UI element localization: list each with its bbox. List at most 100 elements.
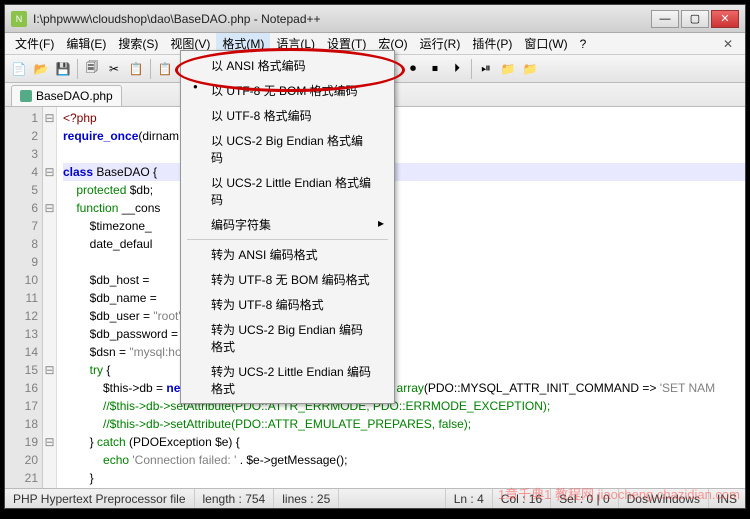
toolbar-button-0[interactable]: 📄: [9, 59, 29, 79]
fold-marker: [43, 127, 56, 145]
fold-marker[interactable]: ⊟: [43, 109, 56, 127]
window-title: I:\phpwww\cloudshop\dao\BaseDAO.php - No…: [33, 12, 651, 26]
menu-2[interactable]: 搜索(S): [112, 33, 164, 54]
toolbar-button-4[interactable]: ✂: [104, 59, 124, 79]
encoding-menu-item[interactable]: 以 ANSI 格式编码: [183, 53, 392, 78]
code-line[interactable]: protected $db;: [63, 181, 745, 199]
toolbar-button-2[interactable]: 💾: [53, 59, 73, 79]
code-line[interactable]: function __cons: [63, 199, 745, 217]
format-menu-dropdown: 以 ANSI 格式编码以 UTF-8 无 BOM 格式编码以 UTF-8 格式编…: [180, 50, 395, 404]
code-line[interactable]: [63, 253, 745, 271]
code-line[interactable]: class BaseDAO {: [63, 163, 745, 181]
fold-marker: [43, 253, 56, 271]
toolbar-separator: [471, 59, 472, 79]
toolbar-separator: [77, 59, 78, 79]
toolbar-button-1[interactable]: 📂: [31, 59, 51, 79]
toolbar-button-17[interactable]: ⏹: [425, 59, 445, 79]
fold-marker: [43, 289, 56, 307]
convert-encoding-menu-item[interactable]: 转为 UCS-2 Little Endian 编码格式: [183, 359, 392, 401]
fold-marker: [43, 325, 56, 343]
tab-label: BaseDAO.php: [36, 89, 113, 103]
status-sel: Sel : 0 | 0: [551, 489, 618, 508]
convert-encoding-menu-item[interactable]: 转为 UTF-8 编码格式: [183, 292, 392, 317]
file-icon: [20, 90, 32, 102]
fold-marker: [43, 397, 56, 415]
encoding-menu-item[interactable]: 以 UTF-8 格式编码: [183, 103, 392, 128]
code-line[interactable]: $db_user = "root";: [63, 307, 745, 325]
code-line[interactable]: try {: [63, 361, 745, 379]
fold-marker[interactable]: ⊟: [43, 433, 56, 451]
close-button[interactable]: ✕: [711, 10, 739, 28]
convert-encoding-menu-item[interactable]: 转为 UCS-2 Big Endian 编码格式: [183, 317, 392, 359]
menubar-close-icon[interactable]: ✕: [715, 37, 741, 51]
code-line[interactable]: $db_name =: [63, 289, 745, 307]
toolbar-button-5[interactable]: 📋: [126, 59, 146, 79]
status-length: length : 754: [195, 489, 275, 508]
menu-10[interactable]: 窗口(W): [518, 33, 573, 54]
code-line[interactable]: <?php: [63, 109, 745, 127]
toolbar-separator: [150, 59, 151, 79]
code-line[interactable]: $this->db = new PDO($dsn, $db_user, $db_…: [63, 379, 745, 397]
fold-marker: [43, 343, 56, 361]
code-line[interactable]: }: [63, 487, 745, 488]
menu-11[interactable]: ?: [574, 35, 593, 53]
status-language: PHP Hypertext Preprocessor file: [5, 489, 195, 508]
convert-encoding-menu-item[interactable]: 转为 UTF-8 无 BOM 编码格式: [183, 267, 392, 292]
fold-marker: [43, 487, 56, 488]
menu-0[interactable]: 文件(F): [9, 33, 60, 54]
code-line[interactable]: }: [63, 469, 745, 487]
encoding-menu-item[interactable]: 以 UCS-2 Big Endian 格式编码: [183, 128, 392, 170]
fold-marker[interactable]: ⊟: [43, 163, 56, 181]
code-line[interactable]: //$this->db->setAttribute(PDO::ATTR_EMUL…: [63, 415, 745, 433]
encoding-menu-item[interactable]: 以 UTF-8 无 BOM 格式编码: [183, 78, 392, 103]
code-line[interactable]: $db_host =: [63, 271, 745, 289]
fold-marker: [43, 307, 56, 325]
code-line[interactable]: [63, 145, 745, 163]
convert-encoding-menu-item[interactable]: 转为 ANSI 编码格式: [183, 242, 392, 267]
status-col: Col : 16: [493, 489, 551, 508]
line-number-gutter: 1234567891011121314151617181920212223: [5, 107, 43, 488]
menu-8[interactable]: 运行(R): [414, 33, 467, 54]
titlebar: N I:\phpwww\cloudshop\dao\BaseDAO.php - …: [5, 5, 745, 33]
fold-marker[interactable]: ⊟: [43, 199, 56, 217]
window-controls: — ▢ ✕: [651, 10, 739, 28]
code-line[interactable]: date_defaul 符: [63, 235, 745, 253]
code-line[interactable]: //$this->db->setAttribute(PDO::ATTR_ERRM…: [63, 397, 745, 415]
code-area[interactable]: <?phprequire_once(dirnamclass BaseDAO { …: [57, 107, 745, 488]
menu-9[interactable]: 插件(P): [466, 33, 518, 54]
fold-marker: [43, 451, 56, 469]
fold-marker[interactable]: ⊟: [43, 361, 56, 379]
status-encoding: Dos\Windows: [619, 489, 709, 508]
encoding-menu-item[interactable]: 编码字符集: [183, 212, 392, 237]
status-ins: INS: [709, 489, 745, 508]
code-line[interactable]: require_once(dirnam: [63, 127, 745, 145]
fold-marker: [43, 217, 56, 235]
statusbar: PHP Hypertext Preprocessor file length :…: [5, 488, 745, 508]
code-line[interactable]: $timezone_: [63, 217, 745, 235]
code-line[interactable]: $dsn = "mysql:host=$db_host;dbname=$db_n…: [63, 343, 745, 361]
status-lines: lines : 25: [274, 489, 339, 508]
toolbar-button-3[interactable]: 🗐: [82, 59, 102, 79]
fold-marker: [43, 235, 56, 253]
app-icon: N: [11, 11, 27, 27]
toolbar-button-16[interactable]: ⏺: [403, 59, 423, 79]
toolbar-button-6[interactable]: 📋: [155, 59, 175, 79]
toolbar-button-21[interactable]: 📁: [520, 59, 540, 79]
fold-gutter: ⊟ ⊟ ⊟ ⊟ ⊟: [43, 107, 57, 488]
toolbar-button-19[interactable]: ⏯: [476, 59, 496, 79]
toolbar-button-20[interactable]: 📁: [498, 59, 518, 79]
fold-marker: [43, 469, 56, 487]
maximize-button[interactable]: ▢: [681, 10, 709, 28]
encoding-menu-item[interactable]: 以 UCS-2 Little Endian 格式编码: [183, 170, 392, 212]
status-spacer: [339, 489, 445, 508]
code-line[interactable]: echo 'Connection failed: ' . $e->getMess…: [63, 451, 745, 469]
menu-1[interactable]: 编辑(E): [60, 33, 112, 54]
fold-marker: [43, 415, 56, 433]
file-tab[interactable]: BaseDAO.php: [11, 85, 122, 106]
fold-marker: [43, 271, 56, 289]
code-line[interactable]: } catch (PDOException $e) {: [63, 433, 745, 451]
code-line[interactable]: $db_password = "123456";: [63, 325, 745, 343]
toolbar-button-18[interactable]: ⏵: [447, 59, 467, 79]
minimize-button[interactable]: —: [651, 10, 679, 28]
fold-marker: [43, 181, 56, 199]
